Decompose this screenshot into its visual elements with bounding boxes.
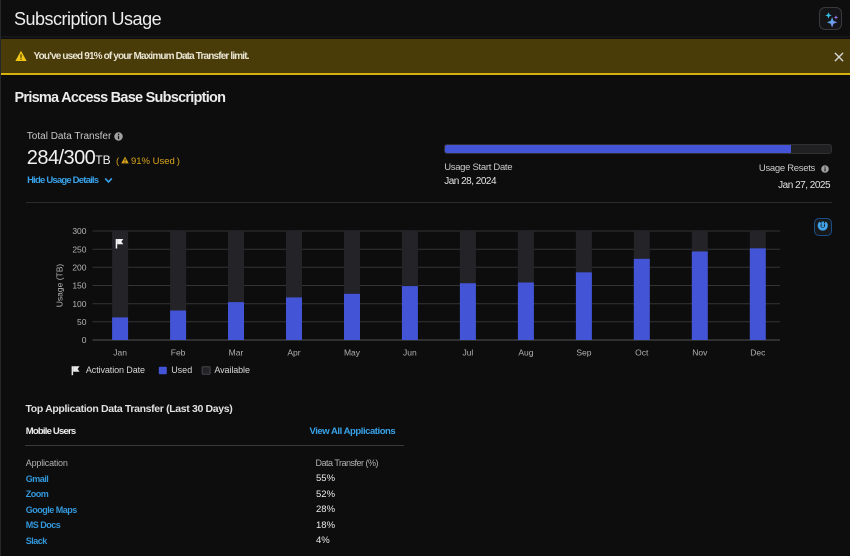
svg-text:Oct: Oct	[635, 348, 649, 358]
svg-text:Sep: Sep	[576, 348, 591, 358]
svg-text:Activation Date: Activation Date	[86, 365, 145, 375]
svg-text:0: 0	[82, 335, 87, 345]
svg-text:Jan: Jan	[113, 348, 127, 358]
svg-text:200: 200	[72, 263, 86, 273]
svg-text:Dec: Dec	[750, 348, 766, 358]
svg-text:Jun: Jun	[403, 348, 417, 358]
svg-text:Jul: Jul	[462, 348, 473, 358]
svg-text:300: 300	[72, 226, 86, 236]
svg-text:100: 100	[72, 299, 86, 309]
svg-text:Mar: Mar	[229, 348, 244, 358]
svg-text:Feb: Feb	[171, 348, 186, 358]
svg-text:50: 50	[77, 317, 87, 327]
svg-text:May: May	[344, 348, 361, 358]
svg-text:Used: Used	[171, 365, 192, 375]
svg-text:Aug: Aug	[518, 348, 533, 358]
svg-text:150: 150	[72, 281, 86, 291]
svg-text:Apr: Apr	[287, 348, 300, 358]
svg-text:Available: Available	[214, 365, 250, 375]
svg-text:Nov: Nov	[692, 348, 708, 358]
svg-text:Usage (TB): Usage (TB)	[55, 264, 65, 308]
svg-text:250: 250	[72, 244, 86, 254]
